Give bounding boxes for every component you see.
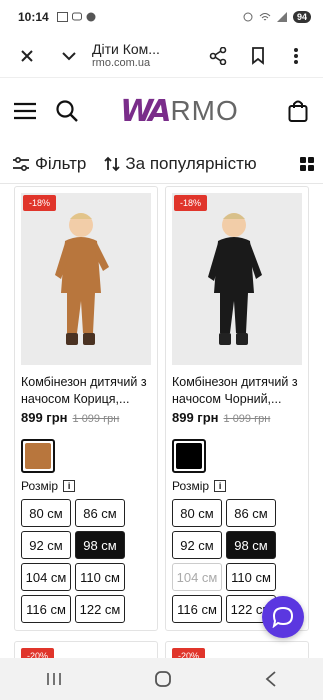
info-icon[interactable]: i	[63, 480, 76, 492]
url-block[interactable]: Діти Ком... rmo.com.ua	[84, 41, 203, 70]
alarm-icon	[243, 12, 253, 22]
product-title[interactable]: Комбінезон дитячий з начосом Чорний,...	[172, 374, 302, 408]
child-photo	[21, 193, 151, 365]
bookmark-icon[interactable]	[243, 41, 273, 71]
color-swatch[interactable]	[21, 439, 55, 473]
wifi-icon	[259, 13, 271, 21]
sort-label: За популярністю	[125, 153, 257, 173]
product-card[interactable]: -18% Комбінезон дитячий з начосом Чорний…	[165, 186, 309, 631]
signal-icon	[276, 12, 287, 22]
filter-label: Фільтр	[35, 153, 87, 173]
size-option[interactable]: 110 см	[75, 563, 125, 591]
size-option[interactable]: 92 см	[172, 531, 222, 559]
size-label-row: Розмір i	[172, 479, 302, 493]
size-option[interactable]: 86 см	[75, 499, 125, 527]
cart-bag-icon[interactable]	[283, 96, 313, 126]
message-icon	[71, 12, 82, 21]
share-icon[interactable]	[203, 41, 233, 71]
gallery-icon	[56, 12, 68, 22]
size-option[interactable]: 80 см	[21, 499, 71, 527]
logo-text: RMO	[170, 95, 239, 126]
size-option[interactable]: 116 см	[172, 595, 222, 623]
chevron-down-icon[interactable]	[54, 41, 84, 71]
logo-mark: WA	[120, 93, 171, 129]
size-options: 80 см 86 см 92 см 98 см 104 см 110 см 11…	[21, 499, 151, 623]
current-price: 899 грн	[21, 410, 68, 425]
product-card[interactable]: -18% Комбінезон дитячий з начосом Кориця…	[14, 186, 158, 631]
browser-toolbar: Діти Ком... rmo.com.ua	[0, 34, 323, 78]
size-option-selected[interactable]: 98 см	[226, 531, 276, 559]
price-row: 899 грн 1 099 грн	[21, 410, 151, 425]
sort-icon	[104, 156, 121, 171]
old-price: 1 099 грн	[72, 413, 120, 425]
old-price: 1 099 грн	[223, 413, 271, 425]
discount-badge: -18%	[174, 195, 208, 211]
url-text: rmo.com.ua	[92, 57, 151, 70]
current-price: 899 грн	[172, 410, 219, 425]
product-image[interactable]: -18%	[172, 193, 302, 365]
back-icon[interactable]	[265, 671, 277, 687]
site-header: WA RMO	[0, 78, 323, 144]
system-nav-bar	[0, 658, 323, 700]
price-row: 899 грн 1 099 грн	[172, 410, 302, 425]
child-photo	[172, 193, 302, 365]
size-option-unavailable[interactable]: 104 см	[172, 563, 222, 591]
grid-view-button[interactable]	[299, 156, 315, 172]
size-option[interactable]: 110 см	[226, 563, 276, 591]
recent-apps-icon[interactable]	[46, 672, 62, 686]
size-option-selected[interactable]: 98 см	[75, 531, 125, 559]
catalog-toolbar: Фільтр За популярністю	[0, 144, 323, 184]
size-option[interactable]: 104 см	[21, 563, 71, 591]
site-logo[interactable]: WA RMO	[76, 94, 283, 129]
size-label: Розмір	[21, 479, 59, 493]
size-label: Розмір	[172, 479, 210, 493]
size-option[interactable]: 122 см	[75, 595, 125, 623]
chat-bubble-icon	[272, 606, 294, 628]
close-icon[interactable]	[12, 41, 42, 71]
telegram-icon	[86, 12, 96, 22]
info-icon[interactable]: i	[214, 480, 227, 492]
product-image[interactable]: -18%	[21, 193, 151, 365]
color-swatch[interactable]	[172, 439, 206, 473]
battery-badge: 94	[292, 11, 311, 23]
more-vert-icon[interactable]	[281, 41, 311, 71]
filter-icon	[13, 156, 29, 171]
size-option[interactable]: 92 см	[21, 531, 71, 559]
size-option[interactable]: 80 см	[172, 499, 222, 527]
page-tab-title: Діти Ком...	[92, 41, 160, 58]
notification-icons	[56, 12, 96, 22]
status-time: 10:14	[18, 10, 49, 24]
home-icon[interactable]	[154, 670, 172, 688]
size-option[interactable]: 86 см	[226, 499, 276, 527]
sort-button[interactable]: За популярністю	[104, 153, 257, 174]
discount-badge: -18%	[23, 195, 57, 211]
product-title[interactable]: Комбінезон дитячий з начосом Кориця,...	[21, 374, 151, 408]
grid-icon	[300, 156, 314, 171]
status-right: 94	[242, 11, 311, 23]
status-bar: 10:14 94	[0, 0, 323, 34]
menu-icon[interactable]	[10, 96, 40, 126]
size-label-row: Розмір i	[21, 479, 151, 493]
size-option[interactable]: 116 см	[21, 595, 71, 623]
chat-button[interactable]	[262, 596, 304, 638]
filter-button[interactable]: Фільтр	[12, 154, 86, 174]
